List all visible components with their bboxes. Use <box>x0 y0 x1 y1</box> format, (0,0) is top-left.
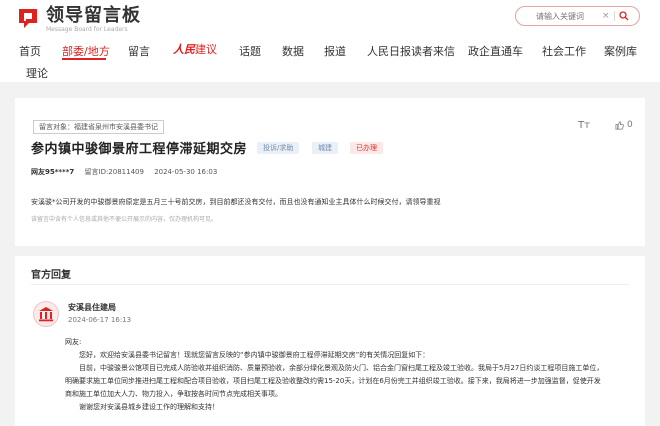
font-size-icon[interactable]: Tт <box>578 120 590 131</box>
reply-greeting: 网友: <box>65 338 82 346</box>
like-button[interactable]: 0 <box>615 120 633 130</box>
message-time: 2024-05-30 16:03 <box>154 168 218 176</box>
reply-paragraph: 明确要求施工单位同步推进扫尾工程和配合项目验收，项目扫尾工程及验收整改约需15-… <box>65 377 601 385</box>
search-divider <box>613 11 615 21</box>
search-icon[interactable] <box>618 11 629 21</box>
privacy-notice: 该留言中含有个人信息或其他不便公开展示的内容，仅办理机构可见。 <box>31 216 218 223</box>
category-tag[interactable]: 投诉/求助 <box>257 142 300 154</box>
nav-topics[interactable]: 话题 <box>239 43 261 59</box>
thumbs-up-icon <box>615 121 624 129</box>
message-title: 参内镇中骏御景府工程停滞延期交房 <box>31 142 248 157</box>
nav-gov-enterprise[interactable]: 政企直通车 <box>468 43 523 59</box>
reply-paragraph: 商和施工单位加大人力、物力投入，争取按各时间节点完成相关事项。 <box>65 390 282 398</box>
message-user: 网友95****7 <box>31 168 75 176</box>
reply-paragraph: 您好，欢迎给安溪县委书记留言！现就您留言反映的“参内镇中骏御景府工程停滞延期交房… <box>79 351 430 359</box>
logo-subtitle: Message Board for Leaders <box>46 26 128 33</box>
nav-reader-letters[interactable]: 人民日报读者来信 <box>367 43 455 59</box>
message-card: 留言对象：福建省泉州市安溪县委书记 Tт 0 参内镇中骏御景府工程停滞延期交房 … <box>15 98 645 246</box>
renmin-logo-text: 人民 <box>173 43 195 56</box>
message-id: 留言ID:20811409 <box>84 168 144 176</box>
clear-icon[interactable]: × <box>602 11 610 21</box>
logo-title: 领导留言板 <box>46 5 141 26</box>
reply-body: 网友: 您好，欢迎给安溪县委书记留言！现就您留言反映的“参内镇中骏御景府工程停滞… <box>65 336 635 414</box>
official-reply-card: 官方回复 安溪县住建局 2024-06-17 16:13 网友: 您好，欢迎给安… <box>15 256 645 426</box>
nav-theory[interactable]: 理论 <box>26 65 48 81</box>
message-target: 留言对象：福建省泉州市安溪县委书记 <box>33 120 164 134</box>
nav-messages[interactable]: 留言 <box>128 43 150 59</box>
nav-peoples-suggestions[interactable]: 人民建议 <box>173 41 217 57</box>
message-meta: 网友95****7 留言ID:20811409 2024-05-30 16:03 <box>31 167 225 177</box>
search-input[interactable] <box>536 11 600 21</box>
like-count: 0 <box>627 120 633 130</box>
message-content: 安溪骏*公司开发的中骏御景府原定是五月三十号前交房，到目前都还没有交付，而且也没… <box>31 198 441 206</box>
site-header: 领导留言板 Message Board for Leaders × 首页 部委/… <box>0 0 660 82</box>
reply-time: 2024-06-17 16:13 <box>68 316 132 324</box>
nav-ministries-local[interactable]: 部委/地方 <box>62 43 110 59</box>
nav-case-library[interactable]: 案例库 <box>604 43 637 59</box>
reply-org-name: 安溪县住建局 <box>68 303 116 312</box>
reply-closing: 谢谢您对安溪县城乡建设工作的理解和支持！ <box>79 403 219 411</box>
site-logo[interactable]: 领导留言板 Message Board for Leaders <box>16 6 141 33</box>
nav-data[interactable]: 数据 <box>282 43 304 59</box>
reply-divider <box>31 284 629 285</box>
nav-reports[interactable]: 报道 <box>324 43 346 59</box>
logo-icon <box>19 9 37 28</box>
reply-paragraph: 目前，中骏骏景公馆项目已完成人防验收并组织消防、质量预验收，余部分绿化景观及防火… <box>79 364 604 372</box>
domain-tag[interactable]: 城建 <box>312 142 338 154</box>
nav-active-underline <box>62 58 106 60</box>
reply-section-title: 官方回复 <box>31 270 71 281</box>
nav-home[interactable]: 首页 <box>19 43 41 59</box>
nav-social-work[interactable]: 社会工作 <box>542 43 586 59</box>
status-badge: 已办理 <box>350 142 383 154</box>
government-building-icon <box>33 301 59 327</box>
search-box[interactable]: × <box>515 6 640 26</box>
nav-suggestions-label: 建议 <box>195 43 217 56</box>
